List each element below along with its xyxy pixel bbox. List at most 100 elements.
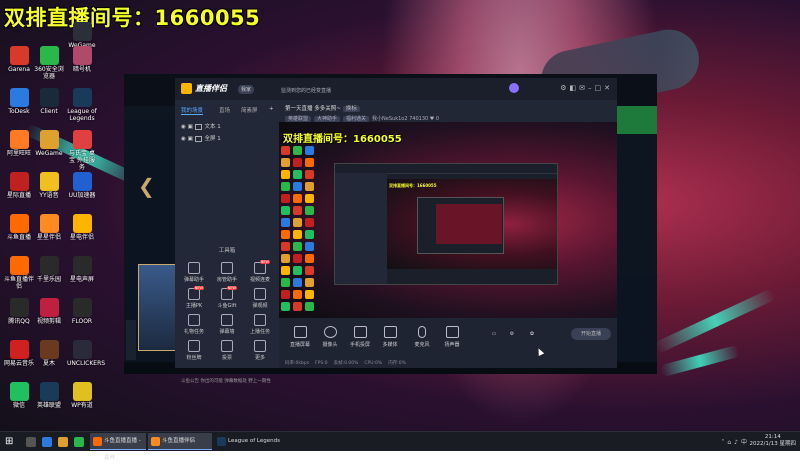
preview-app-icon xyxy=(281,146,290,155)
streaming-app-window[interactable]: 直播伴侣 我家 监测到您的已经变直播 ⚙◧✉–□✕ 我的场景 直场 简素屏 + … xyxy=(175,78,617,384)
taskbar-task[interactable]: 斗鱼直播直播 - 夏林 xyxy=(90,433,146,461)
desktop-icon[interactable]: 视频剪辑 xyxy=(34,298,64,325)
desktop-icon[interactable]: 与氏宝 桌宝 外挂服务 xyxy=(67,130,97,171)
control-label: 多媒体 xyxy=(382,342,398,348)
avatar[interactable] xyxy=(509,83,519,93)
taskbar-task[interactable]: 斗鱼直播伴侣 xyxy=(148,433,212,450)
tool-button[interactable]: 弹观频 xyxy=(244,288,276,309)
tool-icon xyxy=(188,314,200,326)
sidebar-footer[interactable]: 斗鱼公告 你出的可能 弹幕数据处 野上一期性 xyxy=(175,378,285,384)
tool-button[interactable]: 弹幕墙 xyxy=(211,314,243,335)
desktop-icon[interactable]: 星际直播 xyxy=(4,172,34,199)
lock-icon[interactable]: ▣ xyxy=(188,124,193,130)
desktop-icon[interactable]: 暗号机 xyxy=(67,46,97,73)
app-icon xyxy=(9,130,29,149)
desktop-icon[interactable]: 阿里旺旺 xyxy=(4,130,34,157)
room-title[interactable]: 第一天直播 多多关照~ xyxy=(285,106,341,112)
phone-icon xyxy=(353,326,367,338)
tool-button[interactable]: 投票 xyxy=(211,340,243,361)
close-icon[interactable]: ✕ xyxy=(604,84,613,92)
desktop-icon[interactable]: Client xyxy=(34,88,64,115)
preview-app-icon xyxy=(293,266,302,275)
tool-button[interactable]: NEW 主播PK xyxy=(178,286,210,309)
lock-icon[interactable]: ▣ xyxy=(188,136,193,142)
phone-cast-button[interactable]: 手机投屏 xyxy=(345,326,375,348)
desktop-icon[interactable]: 星星伴侣 xyxy=(34,214,64,241)
tool-label: 礼物任务 xyxy=(183,329,204,335)
desktop-icon[interactable]: FLOOR xyxy=(67,298,97,325)
desktop-icon[interactable]: 夏木 xyxy=(34,340,64,367)
microphone-button[interactable]: 麦克风 xyxy=(407,326,437,348)
desktop-icon[interactable]: 星电伴侣 xyxy=(67,214,97,241)
tool-button[interactable]: NEW 视频连麦 xyxy=(244,260,276,283)
desktop-icon[interactable]: 斗鱼直播伴侣 xyxy=(4,256,34,290)
tool-button[interactable]: 粉丝牌 xyxy=(178,340,210,361)
tray-icons: ˄⌂♪中 xyxy=(721,437,750,446)
desktop-icon[interactable]: 360安全浏览器 xyxy=(34,46,64,80)
desktop-icon[interactable]: WeGame xyxy=(34,130,64,157)
clock[interactable]: 21:14 2022/1/13 星期四 xyxy=(750,434,796,448)
desktop-icon[interactable]: 斗鱼直播 xyxy=(4,214,34,241)
edge-icon[interactable] xyxy=(42,437,52,447)
tool-button[interactable]: 礼物任务 xyxy=(178,314,210,335)
speaker-button[interactable]: 扬声器 xyxy=(437,326,467,348)
screen-capture-button[interactable]: 直播屏幕 xyxy=(285,326,315,348)
desktop-icon[interactable]: YY语音 xyxy=(34,172,64,199)
eye-icon[interactable]: ◉ xyxy=(181,124,186,130)
stream-preview[interactable]: 双排直播间号：1660055 双排直播间号：1660055 xyxy=(279,122,617,318)
notice-text[interactable]: 监测到您的已经变直播 xyxy=(281,87,331,94)
desktop-icon[interactable]: UNCLICKERS xyxy=(67,340,105,367)
folder-icon[interactable] xyxy=(58,437,68,447)
browser-icon[interactable] xyxy=(74,437,84,447)
status-item: 码率:0kbps xyxy=(285,361,310,366)
champion-card[interactable] xyxy=(138,264,178,351)
start-stream-button[interactable]: 开始直播 xyxy=(571,328,611,340)
tab-my-scenes[interactable]: 我的场景 xyxy=(181,106,204,115)
tool-button[interactable]: 房管助手 xyxy=(211,262,243,283)
camera-button[interactable]: 摄像头 xyxy=(315,326,345,348)
room-tag[interactable]: 换标 xyxy=(342,106,360,112)
preview-app-icon xyxy=(305,278,314,287)
desktop-icon[interactable]: 英雄联盟 xyxy=(34,382,64,409)
taskbar-task[interactable]: League of Legends xyxy=(214,433,284,450)
tool-label: 上播任务 xyxy=(249,329,270,335)
tab-scenes-2[interactable]: 直场 xyxy=(219,106,230,114)
tool-button[interactable]: 弹幕助手 xyxy=(178,262,210,283)
eye-icon[interactable]: ◉ xyxy=(181,136,186,142)
carousel-prev-icon[interactable]: ❮ xyxy=(138,174,155,198)
preview-app-icon xyxy=(293,278,302,287)
desktop-icon[interactable]: 千里乐园 xyxy=(34,256,64,283)
task-app-icon xyxy=(217,437,226,446)
settings-icon[interactable]: ✿ xyxy=(517,331,547,337)
tool-button[interactable]: 上播任务 xyxy=(244,314,276,335)
scene-item[interactable]: ◉ ▣ 文本 1 xyxy=(181,122,221,130)
desktop-icon[interactable]: UU加速器 xyxy=(67,172,97,199)
search-icon[interactable] xyxy=(26,437,36,447)
desktop-icon[interactable]: League of Legends xyxy=(67,88,97,122)
scene-item[interactable]: ◉ ▣ 全屏 1 xyxy=(181,134,221,142)
settings-icon[interactable]: ⚙ xyxy=(560,84,569,92)
desktop-icon[interactable]: Garena xyxy=(4,46,34,73)
preview-app-icon xyxy=(305,302,314,311)
app-icon xyxy=(9,46,29,65)
tab-scenes-3[interactable]: 简素屏 xyxy=(241,106,258,114)
version-tag[interactable]: 我家 xyxy=(238,85,255,94)
tool-button[interactable]: 更多 xyxy=(244,340,276,361)
preview-app-icon xyxy=(293,194,302,203)
preview-app-icon xyxy=(305,206,314,215)
add-scene-icon[interactable]: + xyxy=(269,106,274,112)
desktop-icon[interactable]: 星电声屏 xyxy=(67,256,97,283)
skin-icon[interactable]: ◧ xyxy=(570,84,580,92)
desktop-icon-label: 星电声屏 xyxy=(69,276,94,283)
desktop-icon[interactable]: WP有道 xyxy=(67,382,97,409)
tool-button[interactable]: NEW 斗鱼Gift xyxy=(211,286,243,309)
media-button[interactable]: 多媒体 xyxy=(375,326,405,348)
windows-start-icon[interactable]: ⊞ xyxy=(5,436,13,447)
volume-icon[interactable]: ♪ xyxy=(734,439,741,446)
desktop-icon[interactable]: 网易云音乐 xyxy=(4,340,34,367)
desktop-icon[interactable]: 腾讯QQ xyxy=(4,298,34,325)
message-icon[interactable]: ✉ xyxy=(579,84,588,92)
desktop-icon[interactable]: ToDesk xyxy=(4,88,34,115)
maximize-icon[interactable]: □ xyxy=(595,84,605,92)
desktop-icon[interactable]: 微信 xyxy=(4,382,34,409)
